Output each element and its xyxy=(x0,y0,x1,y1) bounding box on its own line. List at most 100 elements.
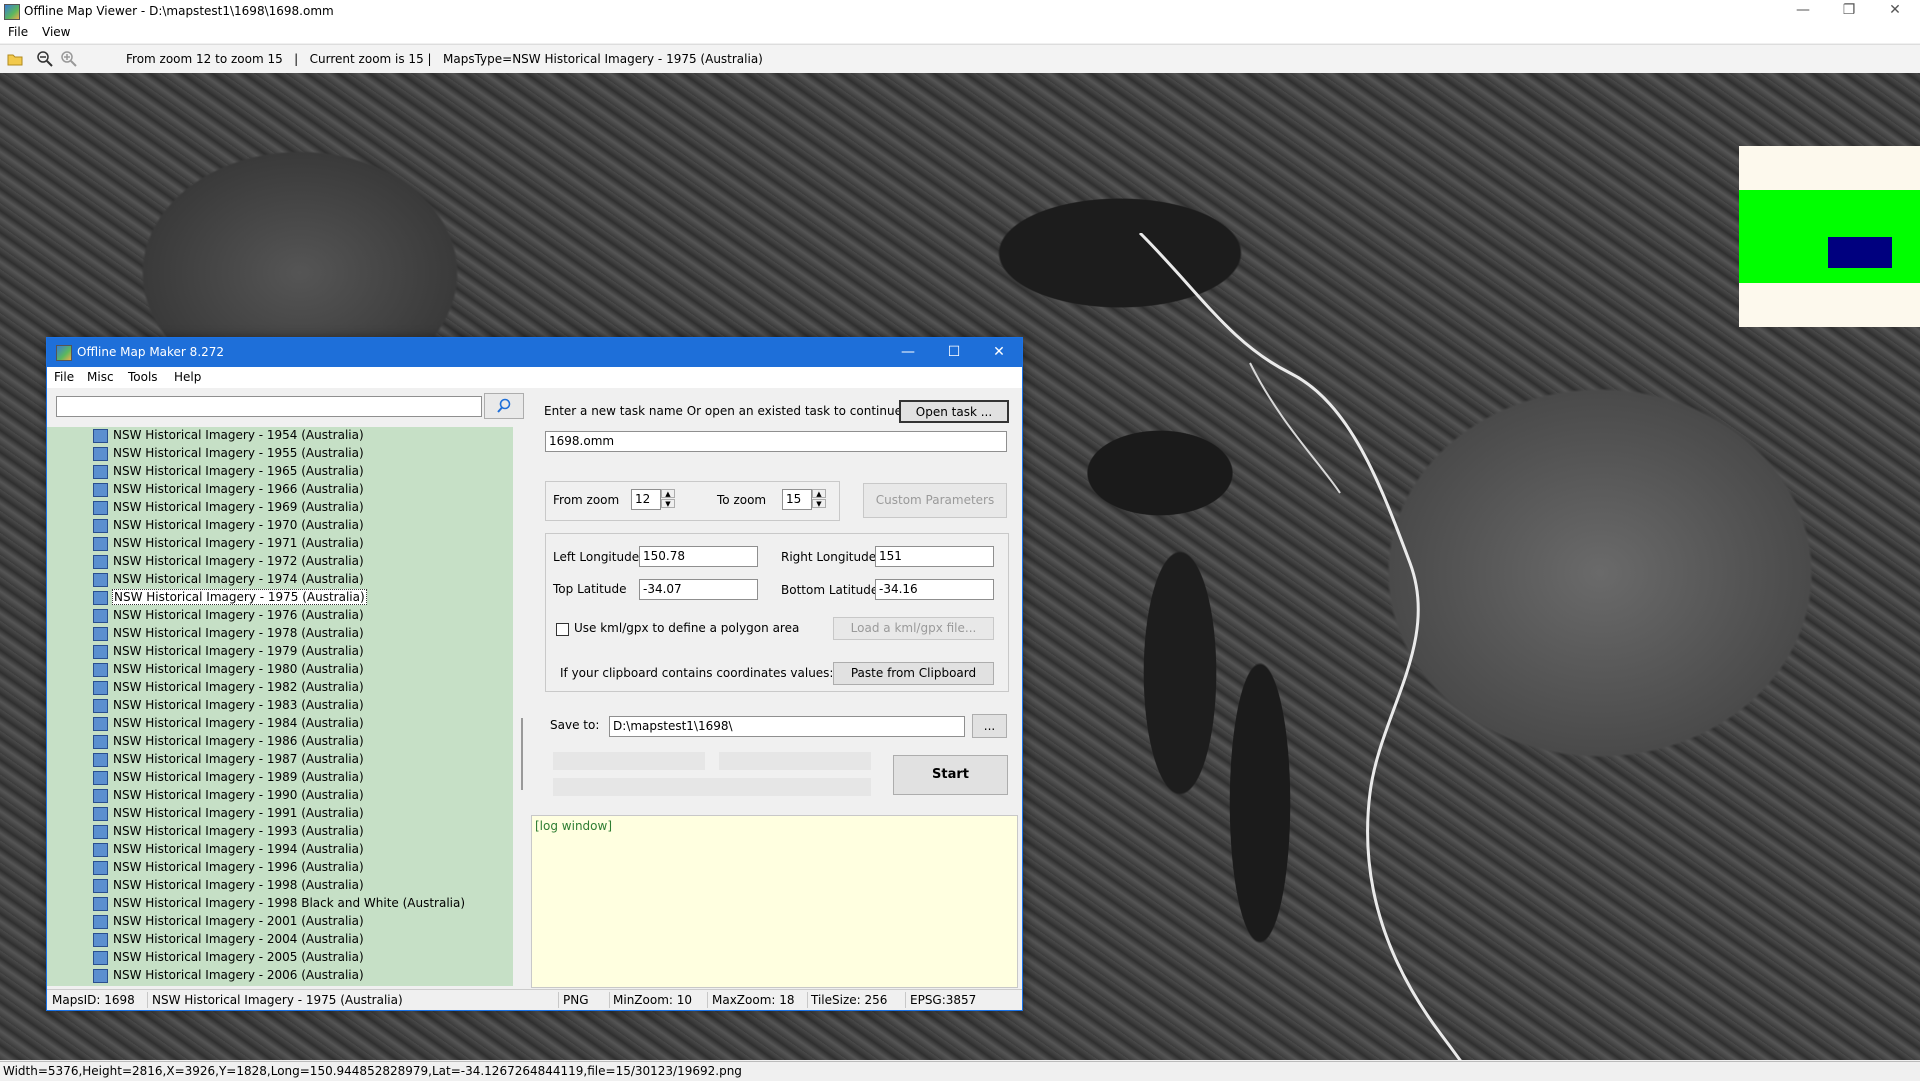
to-zoom-input[interactable]: 15 xyxy=(782,489,812,510)
menu-view[interactable]: View xyxy=(42,25,70,39)
save-to-label: Save to: xyxy=(550,718,600,732)
right-longitude-input[interactable]: 151 xyxy=(875,546,994,567)
tree-scrollbar[interactable] xyxy=(521,718,523,790)
bottom-latitude-input[interactable]: -34.16 xyxy=(875,579,994,600)
log-window[interactable]: [log window] xyxy=(531,815,1018,988)
tree-item-label: NSW Historical Imagery - 2004 (Australia… xyxy=(113,932,364,946)
viewer-menubar: File View xyxy=(0,23,1920,43)
open-folder-icon[interactable] xyxy=(6,50,24,68)
menu-file[interactable]: File xyxy=(8,25,28,39)
map-maker-dialog: Offline Map Maker 8.272 — ☐ ✕ File Misc … xyxy=(46,337,1023,1011)
zoom-in-icon[interactable] xyxy=(60,50,78,68)
tree-item-label: NSW Historical Imagery - 1974 (Australia… xyxy=(113,572,364,586)
progress-bar-3 xyxy=(553,778,871,796)
tree-item[interactable]: NSW Historical Imagery - 1978 (Australia… xyxy=(93,625,503,643)
status-epsg: EPSG:3857 xyxy=(910,993,977,1007)
tree-item[interactable]: NSW Historical Imagery - 2006 (Australia… xyxy=(93,967,503,985)
to-zoom-down-button[interactable]: ▼ xyxy=(812,499,826,508)
map-layer-icon xyxy=(93,699,108,713)
tree-item[interactable]: NSW Historical Imagery - 1976 (Australia… xyxy=(93,607,503,625)
minimap[interactable] xyxy=(1739,146,1920,327)
tree-item[interactable]: NSW Historical Imagery - 1991 (Australia… xyxy=(93,805,503,823)
tree-item[interactable]: NSW Historical Imagery - 1998 Black and … xyxy=(93,895,503,913)
from-zoom-input[interactable]: 12 xyxy=(631,489,661,510)
dialog-minimize-button[interactable]: — xyxy=(885,338,931,367)
tree-item[interactable]: NSW Historical Imagery - 2005 (Australia… xyxy=(93,949,503,967)
tree-item[interactable]: NSW Historical Imagery - 2001 (Australia… xyxy=(93,913,503,931)
to-zoom-up-button[interactable]: ▲ xyxy=(812,489,826,498)
tree-item-label: NSW Historical Imagery - 2006 (Australia… xyxy=(113,968,364,982)
tree-item[interactable]: NSW Historical Imagery - 1974 (Australia… xyxy=(93,571,503,589)
tree-item[interactable]: NSW Historical Imagery - 1983 (Australia… xyxy=(93,697,503,715)
status-separator xyxy=(558,992,559,1008)
tree-item[interactable]: NSW Historical Imagery - 1989 (Australia… xyxy=(93,769,503,787)
top-latitude-input[interactable]: -34.07 xyxy=(639,579,758,600)
load-kml-button[interactable]: Load a kml/gpx file... xyxy=(833,617,994,640)
tree-item[interactable]: NSW Historical Imagery - 1969 (Australia… xyxy=(93,499,503,517)
map-type-tree[interactable]: NSW Historical Imagery - 1954 (Australia… xyxy=(47,427,513,986)
tree-item[interactable]: NSW Historical Imagery - 1984 (Australia… xyxy=(93,715,503,733)
tree-item[interactable]: NSW Historical Imagery - 1971 (Australia… xyxy=(93,535,503,553)
dialog-menu-misc[interactable]: Misc xyxy=(87,370,114,384)
tree-item[interactable]: NSW Historical Imagery - 1966 (Australia… xyxy=(93,481,503,499)
close-button[interactable]: ✕ xyxy=(1872,0,1918,23)
bottom-latitude-label: Bottom Latitude xyxy=(781,583,879,597)
custom-parameters-button[interactable]: Custom Parameters xyxy=(863,483,1007,518)
minimize-button[interactable]: — xyxy=(1780,0,1826,23)
task-name-field[interactable]: 1698.omm xyxy=(545,431,1007,452)
tree-item[interactable]: NSW Historical Imagery - 1982 (Australia… xyxy=(93,679,503,697)
tree-item[interactable]: NSW Historical Imagery - 1996 (Australia… xyxy=(93,859,503,877)
open-task-button[interactable]: Open task ... xyxy=(899,400,1009,423)
dialog-menu-tools[interactable]: Tools xyxy=(128,370,158,384)
dialog-close-button[interactable]: ✕ xyxy=(976,338,1022,367)
dialog-menu-help[interactable]: Help xyxy=(174,370,201,384)
left-longitude-input[interactable]: 150.78 xyxy=(639,546,758,567)
map-layer-icon xyxy=(93,555,108,569)
tree-item[interactable]: NSW Historical Imagery - 2004 (Australia… xyxy=(93,931,503,949)
tree-item[interactable]: NSW Historical Imagery - 1987 (Australia… xyxy=(93,751,503,769)
kml-checkbox[interactable] xyxy=(556,623,569,636)
from-zoom-up-button[interactable]: ▲ xyxy=(661,489,675,498)
tree-item[interactable]: NSW Historical Imagery - 1994 (Australia… xyxy=(93,841,503,859)
tree-item[interactable]: NSW Historical Imagery - 1980 (Australia… xyxy=(93,661,503,679)
tree-item[interactable]: NSW Historical Imagery - 1970 (Australia… xyxy=(93,517,503,535)
tree-item[interactable]: NSW Historical Imagery - 1954 (Australia… xyxy=(93,427,503,445)
map-layer-icon xyxy=(93,825,108,839)
zoom-out-icon[interactable] xyxy=(36,50,54,68)
tree-item-label: NSW Historical Imagery - 1998 Black and … xyxy=(113,896,466,910)
tree-item-label: NSW Historical Imagery - 1955 (Australia… xyxy=(113,446,364,460)
map-layer-icon xyxy=(93,429,108,443)
browse-button[interactable]: ... xyxy=(972,714,1007,738)
status-min-zoom: MinZoom: 10 xyxy=(613,993,693,1007)
task-prompt-label: Enter a new task name Or open an existed… xyxy=(544,404,906,418)
tree-item[interactable]: NSW Historical Imagery - 1990 (Australia… xyxy=(93,787,503,805)
save-path-field[interactable]: D:\mapstest1\1698\ xyxy=(609,716,965,737)
tree-item[interactable]: NSW Historical Imagery - 1998 (Australia… xyxy=(93,877,503,895)
tree-item-label: NSW Historical Imagery - 1970 (Australia… xyxy=(113,518,364,532)
status-maps-id: MapsID: 1698 xyxy=(52,993,135,1007)
maximize-button[interactable]: ❐ xyxy=(1826,0,1872,23)
tree-item-label: NSW Historical Imagery - 1966 (Australia… xyxy=(113,482,364,496)
tree-item[interactable]: NSW Historical Imagery - 1986 (Australia… xyxy=(93,733,503,751)
tree-item[interactable]: NSW Historical Imagery - 1972 (Australia… xyxy=(93,553,503,571)
tree-item-label: NSW Historical Imagery - 1982 (Australia… xyxy=(113,680,364,694)
tree-item[interactable]: NSW Historical Imagery - 1979 (Australia… xyxy=(93,643,503,661)
dialog-maximize-button[interactable]: ☐ xyxy=(931,338,977,367)
tree-item[interactable]: NSW Historical Imagery - 1993 (Australia… xyxy=(93,823,503,841)
tree-item[interactable]: NSW Historical Imagery - 1975 (Australia… xyxy=(93,589,503,607)
dialog-menu-file[interactable]: File xyxy=(54,370,74,384)
minimap-viewport[interactable] xyxy=(1828,237,1892,268)
search-input[interactable] xyxy=(56,396,482,417)
paste-clipboard-button[interactable]: Paste from Clipboard xyxy=(833,662,994,685)
map-layer-icon xyxy=(93,645,108,659)
tree-item[interactable]: NSW Historical Imagery - 1965 (Australia… xyxy=(93,463,503,481)
from-zoom-down-button[interactable]: ▼ xyxy=(661,499,675,508)
search-button[interactable] xyxy=(484,393,524,419)
start-button[interactable]: Start xyxy=(893,755,1008,795)
tree-item[interactable]: NSW Historical Imagery - 1955 (Australia… xyxy=(93,445,503,463)
map-layer-icon xyxy=(93,861,108,875)
tree-item-label: NSW Historical Imagery - 1978 (Australia… xyxy=(113,626,364,640)
map-layer-icon xyxy=(93,969,108,983)
map-layer-icon xyxy=(93,609,108,623)
tree-item-label: NSW Historical Imagery - 1990 (Australia… xyxy=(113,788,364,802)
